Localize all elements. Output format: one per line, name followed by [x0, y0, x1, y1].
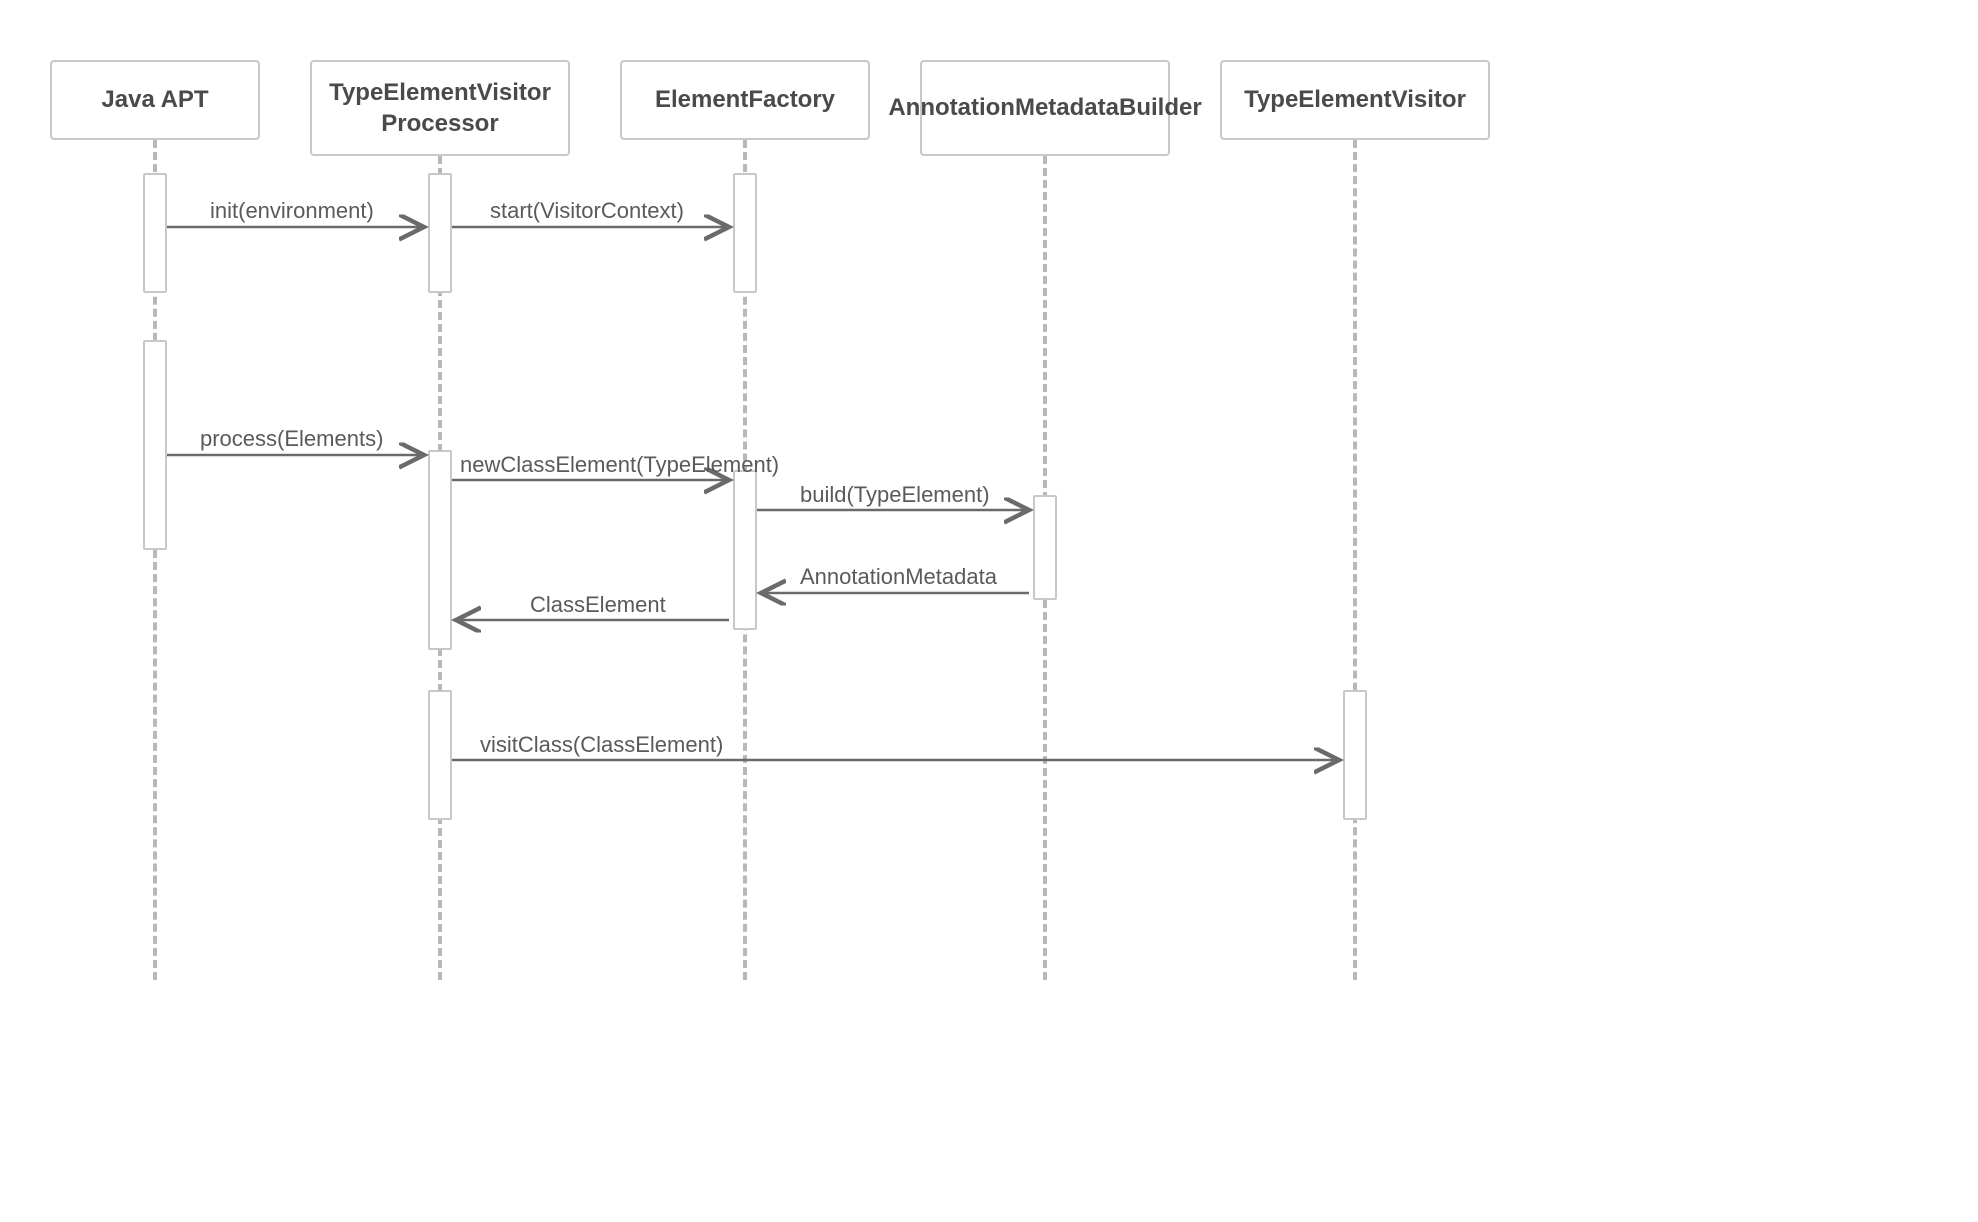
msg-init: init(environment) [210, 198, 374, 224]
msg-start: start(VisitorContext) [490, 198, 684, 224]
participant-annotation-builder: AnnotationMetadataBuilder [920, 60, 1170, 156]
participant-element-factory: ElementFactory [620, 60, 870, 140]
participant-java-apt: Java APT [50, 60, 260, 140]
participant-label: AnnotationMetadataBuilder [888, 92, 1201, 123]
activation [428, 690, 452, 820]
activation [143, 173, 167, 293]
activation [428, 173, 452, 293]
activation [143, 340, 167, 550]
msg-process: process(Elements) [200, 426, 383, 452]
participant-label: TypeElementVisitor Processor [329, 77, 551, 139]
msg-build: build(TypeElement) [800, 482, 990, 508]
participant-label: Java APT [101, 84, 208, 115]
msg-newclass: newClassElement(TypeElement) [460, 452, 779, 478]
activation [733, 173, 757, 293]
participant-label: ElementFactory [655, 84, 835, 115]
arrows-layer [0, 0, 1978, 1222]
activation [1033, 495, 1057, 600]
participant-tev: TypeElementVisitor [1220, 60, 1490, 140]
msg-annotationmeta: AnnotationMetadata [800, 564, 997, 590]
activation [428, 450, 452, 650]
activation [1343, 690, 1367, 820]
msg-classelement: ClassElement [530, 592, 666, 618]
lifeline-tev [1353, 140, 1357, 980]
activation [733, 470, 757, 630]
participant-tev-processor: TypeElementVisitor Processor [310, 60, 570, 156]
participant-label: TypeElementVisitor [1244, 84, 1466, 115]
msg-visitclass: visitClass(ClassElement) [480, 732, 723, 758]
